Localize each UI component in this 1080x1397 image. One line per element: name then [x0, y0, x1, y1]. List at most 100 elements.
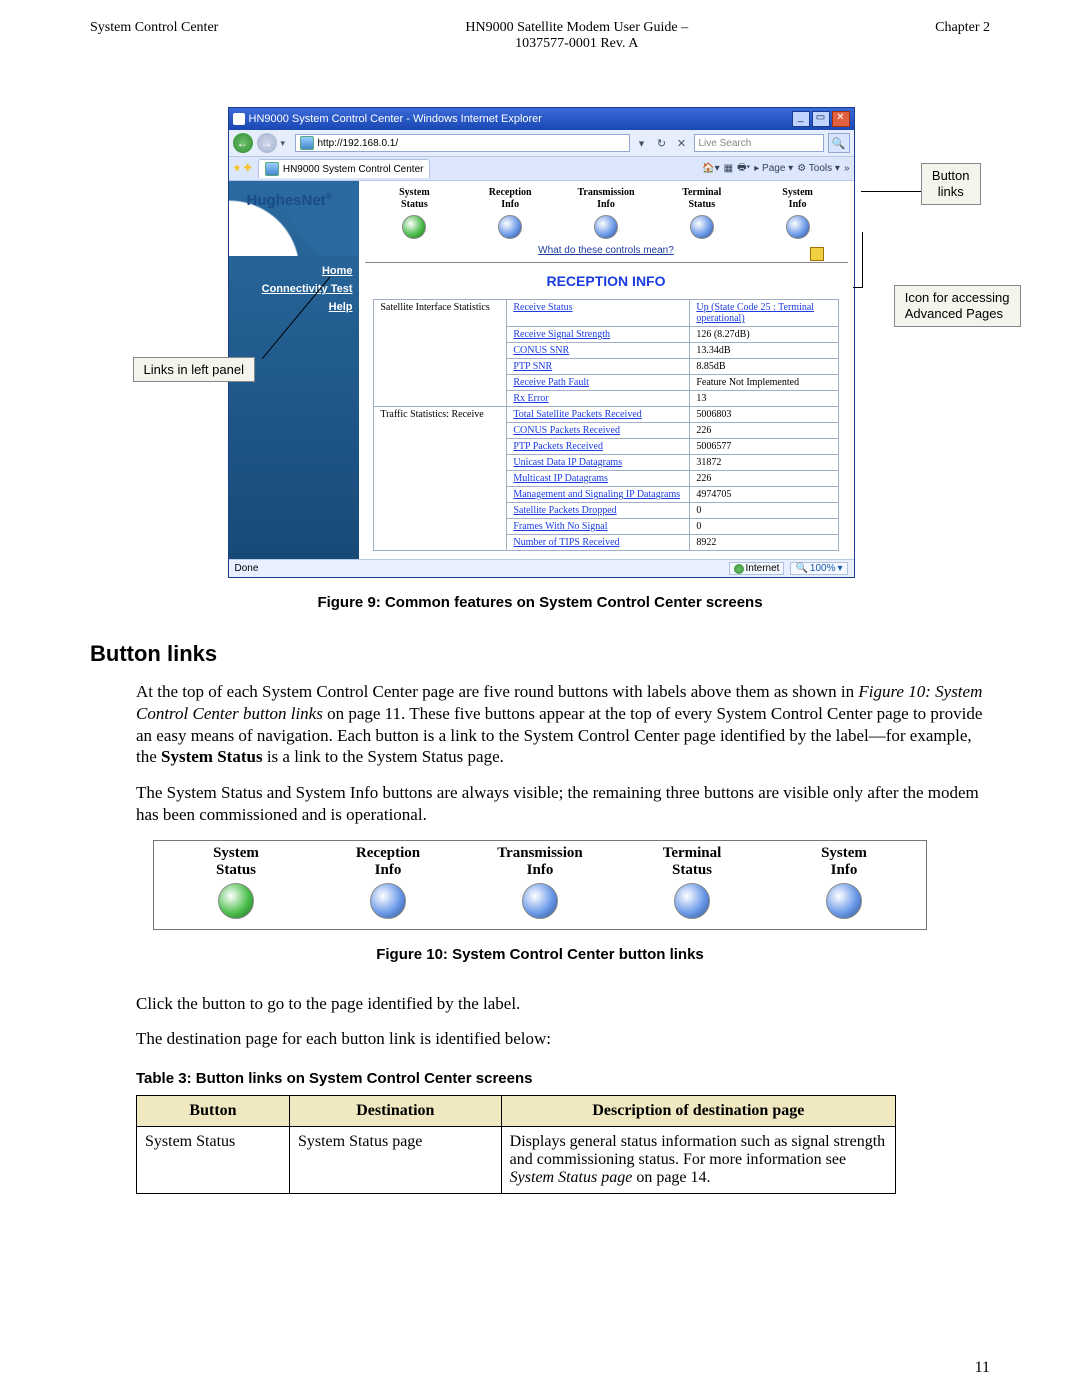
value-cell: 31872 [690, 455, 838, 471]
button-reception-info[interactable]: ReceptionInfo [475, 187, 545, 239]
param-link[interactable]: Receive Status [513, 302, 572, 313]
led-icon [218, 883, 254, 919]
figure-9-caption: Figure 9: Common features on System Cont… [90, 594, 990, 611]
value-cell: 5006577 [690, 439, 838, 455]
tab-bar: ★ ✚ HN9000 System Control Center 🏠▾ ▦ 🖶▾… [229, 157, 854, 181]
refresh-button[interactable]: ↻ [654, 137, 670, 150]
ie-icon [233, 113, 245, 125]
nav-history-dropdown[interactable]: ▾ [281, 138, 291, 149]
paragraph: Click the button to go to the page ident… [136, 993, 990, 1015]
table-row: System Status System Status page Display… [137, 1127, 896, 1194]
group-header: Traffic Statistics: Receive [374, 407, 507, 551]
button-reception-info[interactable]: ReceptionInfo [333, 845, 443, 919]
maximize-button[interactable]: ▭ [812, 111, 830, 127]
address-bar: ← → ▾ http://192.168.0.1/ ▾ ↻ ✕ Live Sea… [229, 130, 854, 157]
param-link[interactable]: Number of TIPS Received [513, 537, 619, 548]
button-terminal-status[interactable]: TerminalStatus [637, 845, 747, 919]
param-link[interactable]: PTP Packets Received [513, 441, 603, 452]
paragraph: The System Status and System Info button… [136, 782, 990, 826]
page-icon [300, 136, 314, 150]
param-link[interactable]: Receive Path Fault [513, 377, 589, 388]
status-bar: Done Internet 🔍 100% ▾ [229, 559, 854, 577]
button-system-status[interactable]: SystemStatus [379, 187, 449, 239]
param-link[interactable]: Rx Error [513, 393, 548, 404]
forward-button[interactable]: → [257, 133, 277, 153]
status-done: Done [235, 563, 259, 574]
table-cell: System Status [137, 1127, 290, 1194]
tools-menu[interactable]: ⚙ Tools ▾ [797, 163, 840, 174]
home-icon[interactable]: 🏠▾ [702, 163, 719, 174]
param-link[interactable]: Frames With No Signal [513, 521, 607, 532]
param-link[interactable]: Management and Signaling IP Datagrams [513, 489, 680, 500]
led-icon [522, 883, 558, 919]
table-cell: Displays general status information such… [501, 1127, 895, 1194]
section-title: RECEPTION INFO [359, 273, 854, 289]
value-cell: 4974705 [690, 487, 838, 503]
param-link[interactable]: Receive Signal Strength [513, 329, 610, 340]
feeds-icon[interactable]: ▦ [724, 163, 733, 174]
button-system-info[interactable]: SystemInfo [789, 845, 899, 919]
zoom-control[interactable]: 🔍 100% ▾ [790, 562, 847, 575]
led-icon [690, 215, 714, 239]
button-links-row: SystemStatus ReceptionInfo TransmissionI… [359, 181, 854, 243]
tab-page-icon [265, 162, 279, 176]
what-do-controls-mean-link[interactable]: What do these controls mean? [359, 243, 854, 262]
button-transmission-info[interactable]: TransmissionInfo [571, 187, 641, 239]
window-titlebar: HN9000 System Control Center - Windows I… [229, 108, 854, 130]
reception-info-table: Satellite Interface Statistics Receive S… [373, 299, 838, 551]
back-button[interactable]: ← [233, 133, 253, 153]
table-cell: System Status page [289, 1127, 501, 1194]
button-terminal-status[interactable]: TerminalStatus [667, 187, 737, 239]
add-favorite-icon[interactable]: ✚ [243, 163, 251, 174]
stop-button[interactable]: ✕ [674, 137, 690, 150]
minimize-button[interactable]: _ [792, 111, 810, 127]
running-header: System Control Center HN9000 Satellite M… [90, 20, 990, 52]
value-cell: 8.85dB [690, 359, 838, 375]
button-transmission-info[interactable]: TransmissionInfo [485, 845, 595, 919]
favorites-icon[interactable]: ★ [233, 163, 242, 174]
value-cell: 0 [690, 519, 838, 535]
header-right: Chapter 2 [935, 20, 990, 52]
chevron-icon[interactable]: » [844, 163, 850, 174]
paragraph: At the top of each System Control Center… [136, 681, 990, 768]
value-cell: 226 [690, 471, 838, 487]
button-system-status[interactable]: SystemStatus [181, 845, 291, 919]
led-icon [402, 215, 426, 239]
value-cell: 0 [690, 503, 838, 519]
callout-button-links: Buttonlinks [921, 163, 981, 205]
led-icon [786, 215, 810, 239]
value-cell: 226 [690, 423, 838, 439]
param-link[interactable]: Multicast IP Datagrams [513, 473, 608, 484]
browser-tab[interactable]: HN9000 System Control Center [258, 159, 431, 178]
param-link[interactable]: Unicast Data IP Datagrams [513, 457, 622, 468]
button-system-info[interactable]: SystemInfo [763, 187, 833, 239]
led-icon [826, 883, 862, 919]
advanced-pages-icon[interactable] [810, 247, 824, 261]
led-icon [498, 215, 522, 239]
value-link[interactable]: Up (State Code 25 : Terminal operational… [696, 302, 814, 324]
search-input[interactable]: Live Search [694, 134, 824, 152]
address-dropdown[interactable]: ▾ [634, 137, 650, 150]
param-link[interactable]: CONUS Packets Received [513, 425, 620, 436]
paragraph: The destination page for each button lin… [136, 1028, 990, 1050]
param-link[interactable]: PTP SNR [513, 361, 552, 372]
value-cell: 8922 [690, 535, 838, 551]
address-input[interactable]: http://192.168.0.1/ [295, 134, 630, 152]
callout-advanced-icon: Icon for accessingAdvanced Pages [894, 285, 1021, 327]
search-button[interactable]: 🔍 [828, 133, 850, 153]
param-link[interactable]: Total Satellite Packets Received [513, 409, 641, 420]
param-link[interactable]: Satellite Packets Dropped [513, 505, 616, 516]
table-header: Button [137, 1096, 290, 1127]
print-icon[interactable]: 🖶▾ [737, 160, 750, 177]
figure-10-button-strip: SystemStatus ReceptionInfo TransmissionI… [153, 840, 927, 930]
window-title: HN9000 System Control Center - Windows I… [249, 113, 792, 125]
page-menu[interactable]: ▸ Page ▾ [754, 163, 793, 174]
security-zone[interactable]: Internet [729, 562, 785, 575]
callout-arrow [853, 287, 863, 288]
figure-10-caption: Figure 10: System Control Center button … [90, 946, 990, 963]
table-header: Destination [289, 1096, 501, 1127]
close-button[interactable]: ✕ [832, 111, 850, 127]
section-heading-button-links: Button links [90, 641, 990, 667]
callout-arrow [262, 273, 332, 359]
param-link[interactable]: CONUS SNR [513, 345, 569, 356]
